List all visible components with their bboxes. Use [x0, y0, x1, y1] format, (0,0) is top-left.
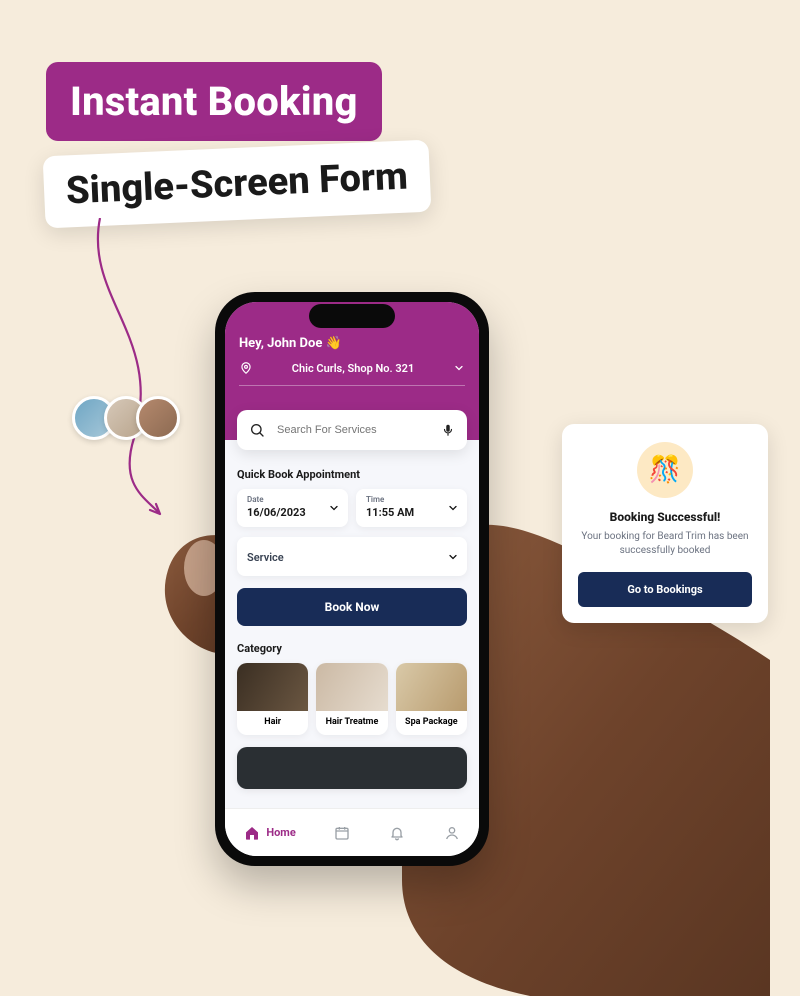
- avatar: [136, 396, 180, 440]
- location-pin-icon: [239, 361, 253, 375]
- nav-calendar[interactable]: [334, 825, 350, 841]
- bell-icon: [389, 825, 405, 841]
- avatar-stack: [72, 396, 180, 440]
- user-icon: [444, 825, 460, 841]
- location-label: Chic Curls, Shop No. 321: [263, 362, 443, 375]
- chevron-down-icon: [453, 362, 465, 374]
- category-image: [237, 663, 308, 711]
- category-card[interactable]: Spa Package: [396, 663, 467, 735]
- arrow-decor: [74, 218, 184, 528]
- category-card[interactable]: Hair: [237, 663, 308, 735]
- category-label: Hair: [237, 711, 308, 735]
- toast-title: Booking Successful!: [578, 510, 752, 524]
- app-screen: Hey, John Doe 👋 Chic Curls, Shop No. 321…: [225, 302, 479, 856]
- book-now-button[interactable]: Book Now: [237, 588, 467, 626]
- nav-profile[interactable]: [444, 825, 460, 841]
- category-card[interactable]: Hair Treatme: [316, 663, 387, 735]
- phone-notch: [309, 304, 395, 328]
- quick-book-title: Quick Book Appointment: [237, 468, 467, 481]
- chevron-down-icon: [447, 551, 459, 563]
- category-label: Hair Treatme: [316, 711, 387, 735]
- greeting-text: Hey, John Doe 👋: [239, 336, 465, 351]
- search-input[interactable]: [275, 423, 431, 437]
- category-image: [396, 663, 467, 711]
- app-content: Quick Book Appointment Date 16/06/2023 T…: [237, 462, 467, 789]
- nav-home[interactable]: Home: [244, 825, 295, 841]
- home-icon: [244, 825, 260, 841]
- category-title: Category: [237, 642, 467, 655]
- chevron-down-icon: [447, 502, 459, 514]
- date-value: 16/06/2023: [247, 506, 338, 519]
- peek-card[interactable]: [237, 747, 467, 789]
- confetti-icon: 🎊: [637, 442, 693, 498]
- category-image: [316, 663, 387, 711]
- phone-device: Hey, John Doe 👋 Chic Curls, Shop No. 321…: [215, 292, 489, 866]
- location-selector[interactable]: Chic Curls, Shop No. 321: [239, 361, 465, 375]
- time-value: 11:55 AM: [366, 506, 457, 519]
- header-divider: [239, 385, 465, 386]
- search-bar[interactable]: [237, 410, 467, 450]
- bottom-nav: Home: [225, 808, 479, 856]
- time-selector[interactable]: Time 11:55 AM: [356, 489, 467, 527]
- chevron-down-icon: [328, 502, 340, 514]
- time-label: Time: [366, 495, 457, 504]
- date-label: Date: [247, 495, 338, 504]
- nav-home-label: Home: [266, 826, 295, 839]
- nav-notifications[interactable]: [389, 825, 405, 841]
- calendar-icon: [334, 825, 350, 841]
- service-label: Service: [247, 551, 457, 564]
- mic-icon[interactable]: [441, 423, 455, 437]
- date-selector[interactable]: Date 16/06/2023: [237, 489, 348, 527]
- search-icon: [249, 422, 265, 438]
- service-selector[interactable]: Service: [237, 537, 467, 576]
- toast-body: Your booking for Beard Trim has been suc…: [578, 530, 752, 558]
- go-to-bookings-button[interactable]: Go to Bookings: [578, 572, 752, 607]
- booking-success-toast: 🎊 Booking Successful! Your booking for B…: [562, 424, 768, 623]
- headline-pill-primary: Instant Booking: [46, 62, 382, 141]
- headline-pill-secondary: Single-Screen Form: [43, 140, 432, 229]
- category-label: Spa Package: [396, 711, 467, 735]
